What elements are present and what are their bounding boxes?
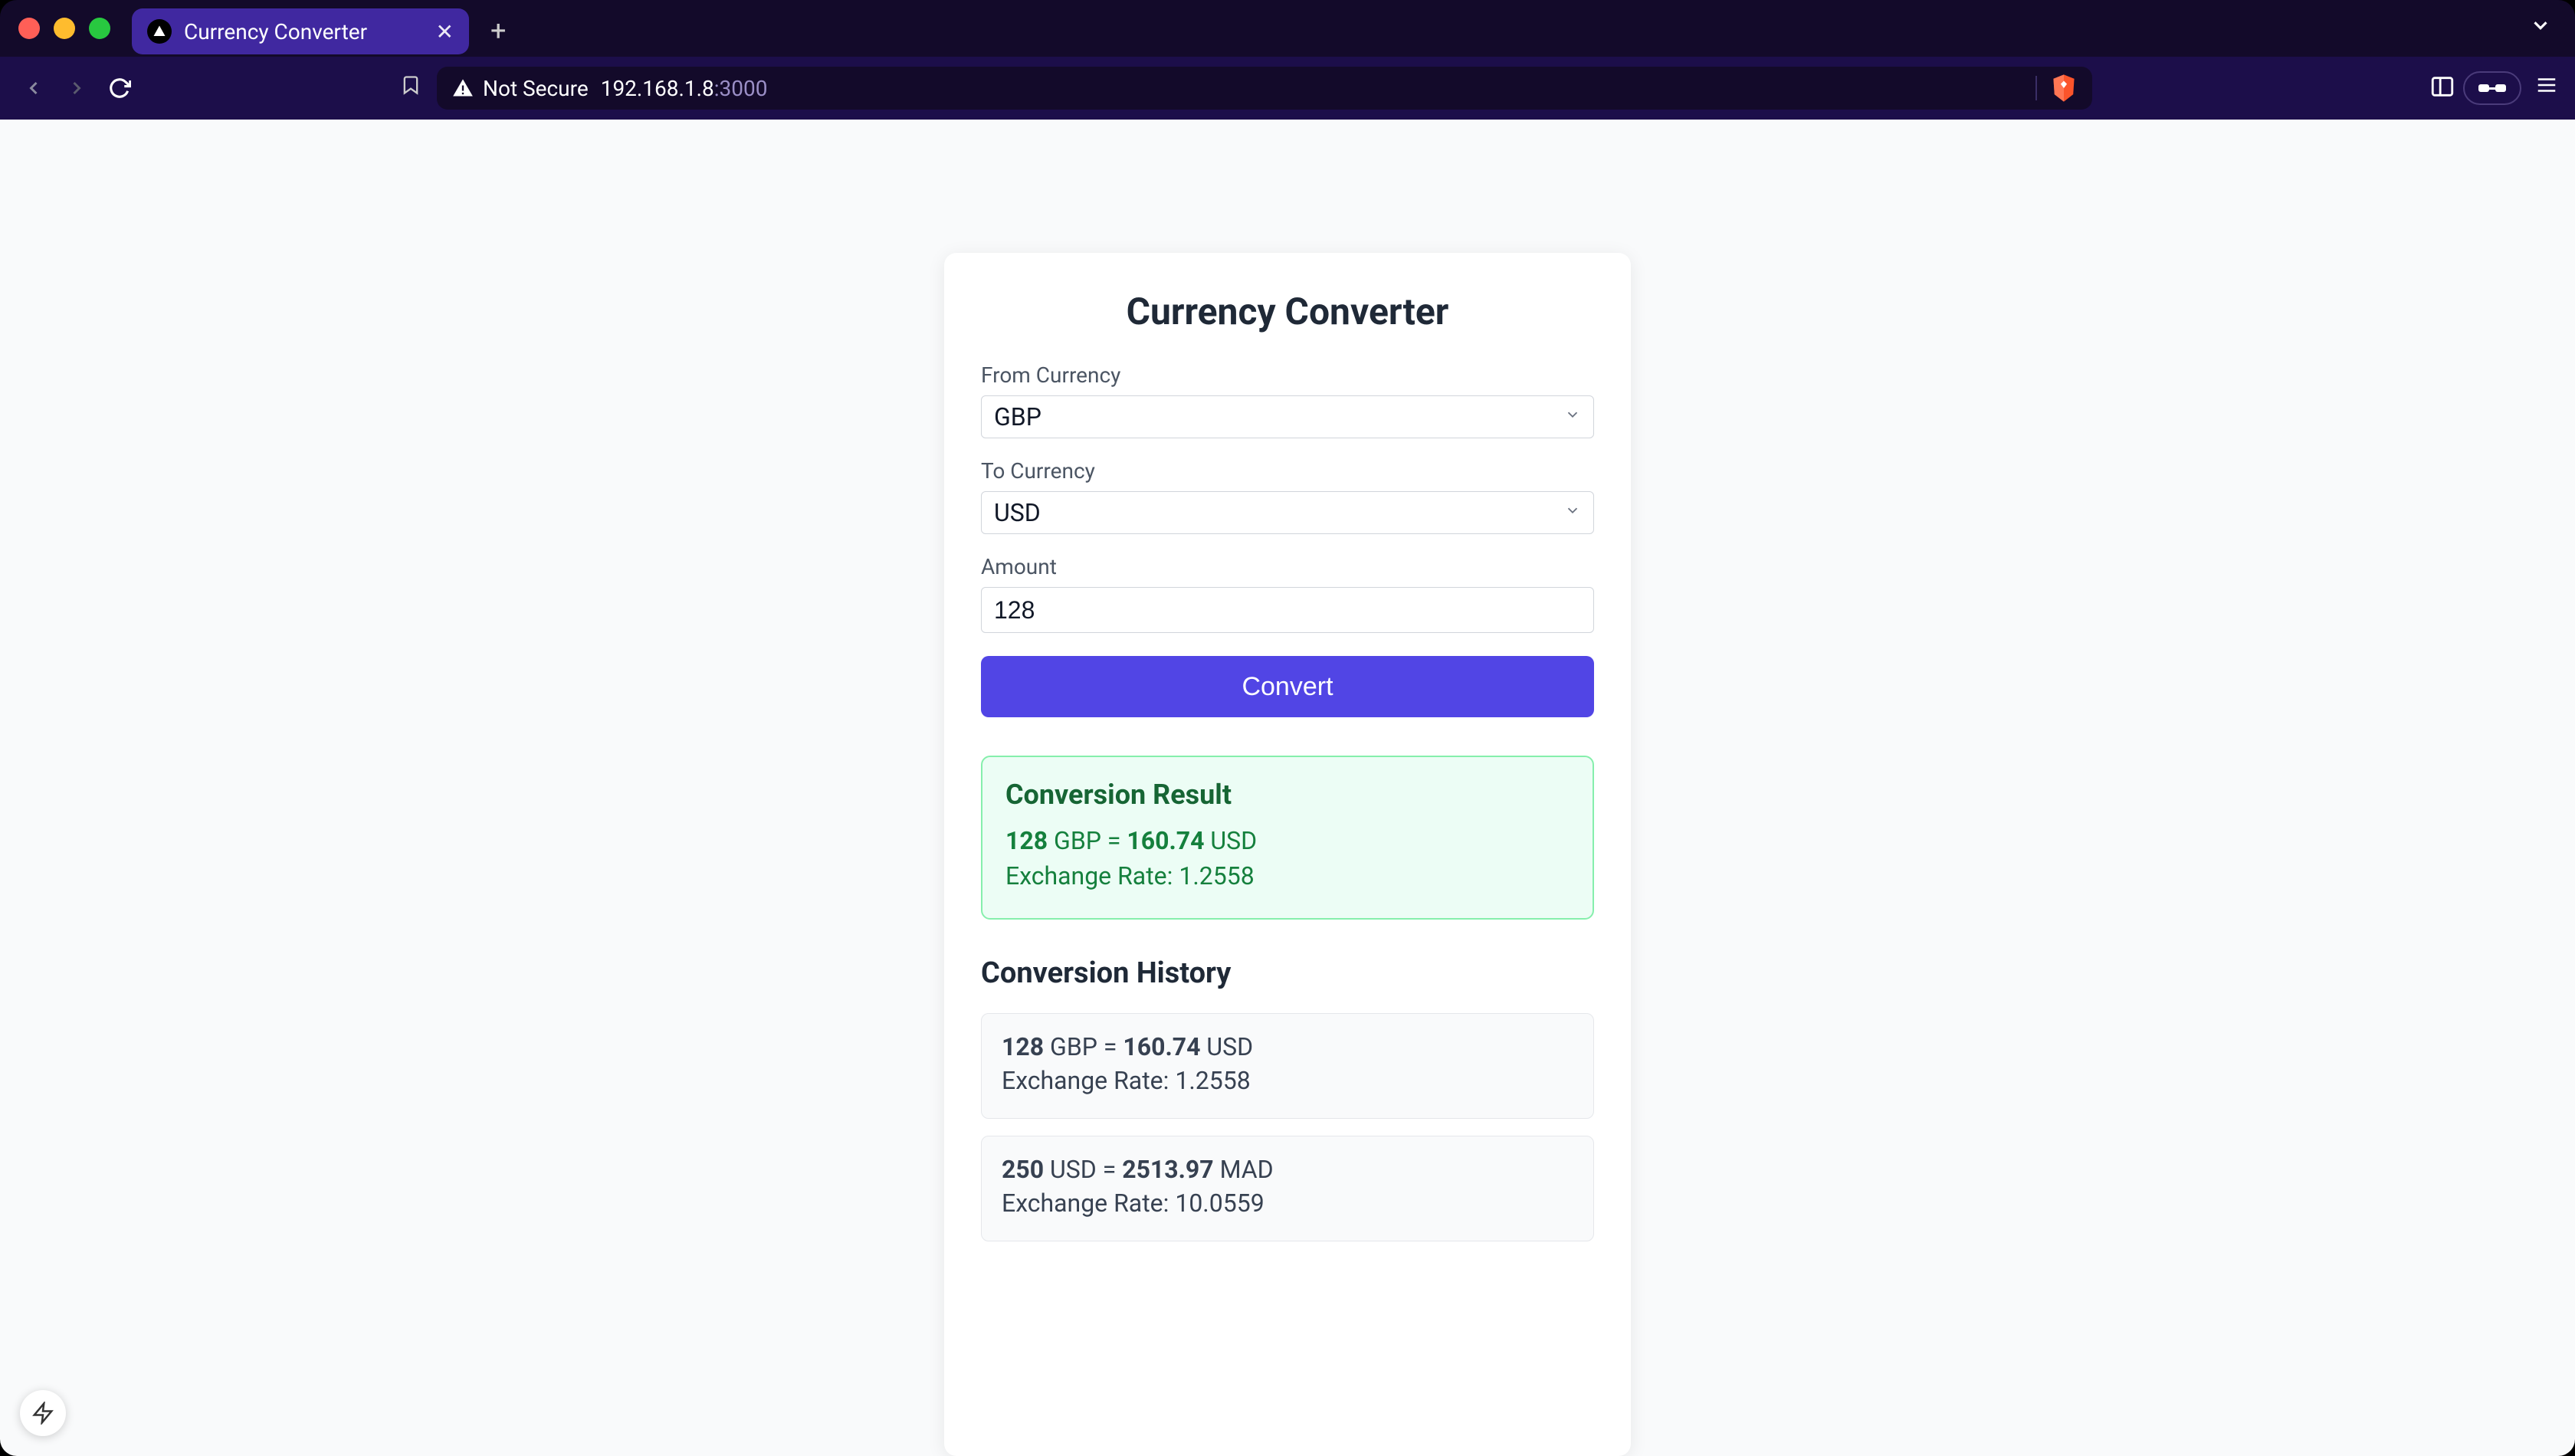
result-rate-line: Exchange Rate: 1.2558 [1005,861,1570,890]
maximize-window-button[interactable] [89,18,110,39]
close-tab-icon[interactable]: ✕ [436,19,454,44]
convert-button[interactable]: Convert [981,656,1594,717]
minimize-window-button[interactable] [54,18,75,39]
chevron-down-icon [1564,502,1581,523]
amount-label: Amount [981,554,1594,579]
browser-toolbar: Not Secure 192.168.1.8:3000 [0,57,2575,120]
private-mode-indicator[interactable] [2463,71,2521,105]
from-currency-value: GBP [994,402,1041,431]
addrbar-divider [2035,76,2037,100]
history-item: 128 GBP = 160.74 USD Exchange Rate: 1.25… [981,1013,1594,1119]
browser-tabbar: Currency Converter ✕ + [0,0,2575,57]
page-title: Currency Converter [981,290,1594,333]
glasses-icon [2475,80,2509,97]
address-bar[interactable]: Not Secure 192.168.1.8:3000 [437,67,2092,110]
close-window-button[interactable] [18,18,40,39]
history-conversion-line: 128 GBP = 160.74 USD [1002,1032,1573,1061]
to-currency-value: USD [994,498,1041,527]
sidebar-toggle-icon[interactable] [2429,74,2455,103]
from-currency-label: From Currency [981,362,1594,388]
dev-tools-fab[interactable] [20,1390,66,1436]
result-line: 128 GBP = 160.74 USD [1005,826,1570,855]
history-rate-line: Exchange Rate: 10.0559 [1002,1189,1573,1218]
to-currency-label: To Currency [981,458,1594,484]
forward-button[interactable] [60,71,93,105]
back-button[interactable] [17,71,51,105]
browser-tab[interactable]: Currency Converter ✕ [132,8,469,54]
page-content: Currency Converter From Currency GBP To … [0,120,2575,1456]
to-currency-select[interactable]: USD [981,491,1594,534]
from-currency-select[interactable]: GBP [981,395,1594,438]
conversion-result-box: Conversion Result 128 GBP = 160.74 USD E… [981,756,1594,920]
brave-shields-icon[interactable] [2051,74,2077,103]
url-text: 192.168.1.8:3000 [601,76,768,101]
bookmark-icon[interactable] [400,74,422,102]
tabs-overflow-icon[interactable] [2529,14,2552,43]
history-rate-line: Exchange Rate: 1.2558 [1002,1066,1573,1095]
lightning-icon [31,1402,54,1425]
history-conversion-line: 250 USD = 2513.97 MAD [1002,1155,1573,1184]
converter-card: Currency Converter From Currency GBP To … [944,253,1631,1456]
security-label: Not Secure [483,76,589,101]
menu-button[interactable] [2535,74,2558,103]
tab-title: Currency Converter [184,19,424,44]
reload-button[interactable] [103,71,136,105]
new-tab-button[interactable]: + [490,15,506,47]
history-item: 250 USD = 2513.97 MAD Exchange Rate: 10.… [981,1136,1594,1241]
warning-icon [452,77,474,99]
amount-input[interactable] [981,587,1594,633]
history-title: Conversion History [981,956,1594,990]
result-title: Conversion Result [1005,779,1570,811]
chevron-down-icon [1564,406,1581,428]
window-controls [18,18,110,39]
security-indicator[interactable]: Not Secure [452,76,589,101]
tab-favicon-icon [147,19,172,44]
